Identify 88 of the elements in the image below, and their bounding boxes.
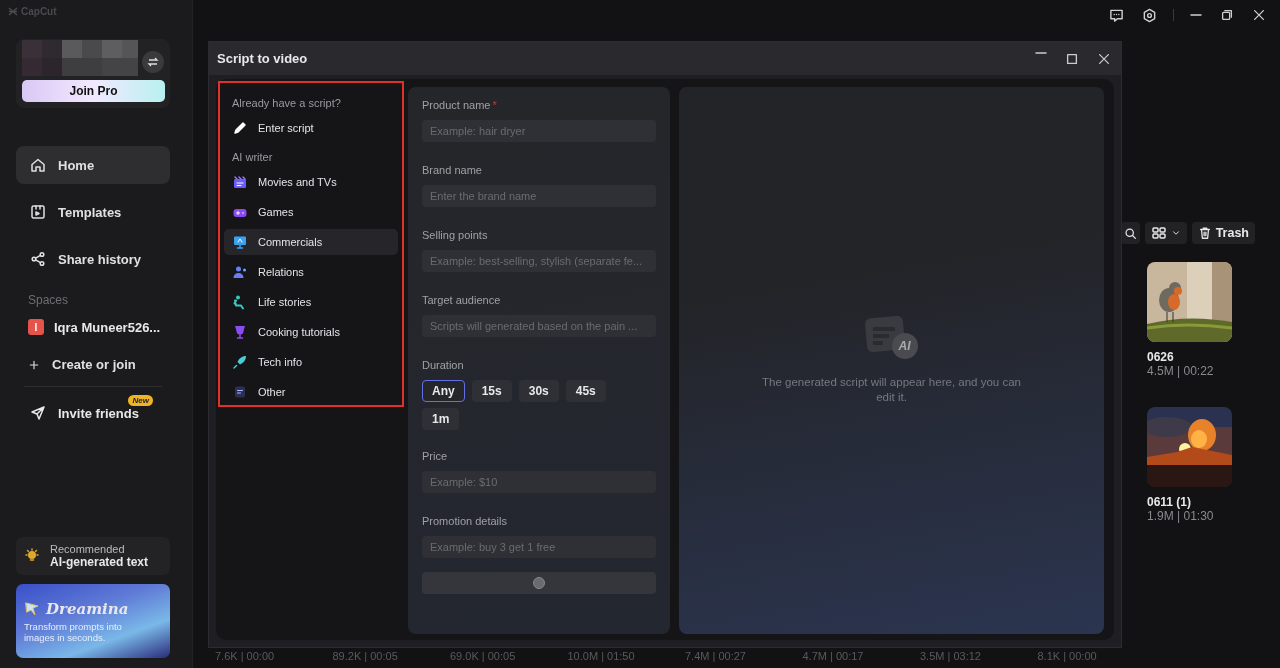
space-avatar: I [28, 319, 44, 335]
media-info: 89.2K | 00:05 [332, 650, 399, 662]
templates-icon [30, 204, 46, 220]
duration-option[interactable]: 45s [565, 380, 606, 402]
empty-message: The generated script will appear here, and you can edit it. [761, 375, 1022, 405]
trash-icon [1197, 226, 1212, 240]
recommendation-caption: Recommended [50, 543, 126, 555]
share-icon [30, 251, 46, 267]
field-label: Duration [422, 359, 464, 371]
menu-heading: Already have a script? [231, 96, 342, 111]
recommendation-card[interactable]: Recommended AI-generated text [16, 537, 170, 575]
nav-item[interactable]: Home [16, 146, 170, 184]
create-or-join-button[interactable]: Create or join [28, 357, 192, 372]
media-info: 8.1K | 00:00 [1037, 650, 1098, 662]
media-info: 10.0M | 01:50 [567, 650, 636, 662]
light-bulb-icon [24, 548, 40, 564]
menu-item[interactable]: Life stories [224, 289, 398, 315]
home-icon [30, 157, 46, 173]
restore-icon [1220, 8, 1234, 22]
media-info: 3.5M | 03:12 [920, 650, 982, 662]
media-info: 4.7M | 00:17 [802, 650, 865, 662]
media-info: 7.4M | 00:27 [685, 650, 747, 662]
cup-icon [232, 324, 248, 340]
nav-item[interactable]: Share history [16, 240, 170, 278]
logo-icon [8, 7, 18, 16]
swap-icon [147, 56, 159, 68]
trash-button[interactable]: Trash [1191, 222, 1255, 244]
rocket-icon [232, 354, 248, 370]
plus-icon [28, 358, 40, 371]
field-label: Price [422, 450, 448, 462]
paper-plane-icon [30, 405, 46, 421]
recommendation-title: AI-generated text [50, 555, 149, 569]
maximize-icon [1065, 51, 1079, 66]
menu-item[interactable]: Enter script [224, 115, 398, 141]
media-info: 4.5M | 00:22 [1147, 364, 1215, 378]
media-info: 1.9M | 01:30 [1147, 509, 1215, 523]
minimize-icon [1035, 51, 1047, 54]
minimize-icon [1190, 14, 1202, 16]
switch-account-button[interactable] [142, 51, 164, 73]
duration-option[interactable]: 1m [422, 408, 460, 430]
input-field[interactable]: Enter the brand name [422, 185, 656, 207]
grid-view-icon [1150, 225, 1167, 241]
menu-heading: AI writer [231, 150, 274, 165]
input-field[interactable]: Example: best-selling, stylish (separate fe... [422, 250, 656, 272]
document-icon [232, 384, 248, 400]
close-icon [1097, 51, 1111, 66]
clapper-icon [232, 174, 248, 190]
new-badge: New [128, 395, 153, 406]
menu-item[interactable]: Relations [224, 259, 398, 285]
field-label: Promotion details [422, 515, 507, 527]
promo-title: Dreamina [46, 600, 129, 618]
section-heading: Spaces [28, 293, 70, 307]
chat-icon [1109, 7, 1124, 23]
media-info: 69.0K | 00:05 [450, 650, 517, 662]
field-label: Product name * [422, 99, 497, 111]
space-name[interactable]: Iqra Muneer526... [54, 319, 161, 335]
promo-text: Transform prompts into images in seconds. [24, 621, 123, 644]
media-info: 7.6K | 00:00 [215, 650, 276, 662]
people-icon [232, 264, 248, 280]
input-field[interactable]: Example: hair dryer [422, 120, 656, 142]
media-title: 0626 [1147, 350, 1175, 364]
join-pro-button[interactable]: Join Pro [22, 80, 165, 102]
view-menu-button[interactable] [1144, 222, 1187, 244]
dialog-title: Script to video [217, 51, 309, 66]
loading-icon [533, 577, 545, 589]
nav-item[interactable]: Templates [16, 193, 170, 231]
close-icon [1252, 8, 1266, 22]
monitor-icon [232, 234, 248, 250]
duration-option[interactable]: 15s [471, 380, 512, 402]
field-label: Target audience [422, 294, 501, 306]
media-title: 0611 (1) [1147, 495, 1193, 509]
duration-option[interactable]: Any [422, 380, 465, 402]
field-label: Brand name [422, 164, 482, 176]
search-icon [1123, 226, 1137, 240]
menu-item[interactable]: Commercials [224, 229, 398, 255]
menu-item[interactable]: Tech info [224, 349, 398, 375]
menu-item[interactable]: Cooking tutorials [224, 319, 398, 345]
menu-item[interactable]: Games [224, 199, 398, 225]
field-label: Selling points [422, 229, 488, 241]
ai-badge: AI [891, 333, 918, 359]
menu-item[interactable]: Movies and TVs [224, 169, 398, 195]
invite-friends-link[interactable]: Invite friends [30, 405, 139, 421]
chevron-down-icon [1170, 228, 1181, 238]
minimize-button[interactable] [1188, 12, 1204, 18]
duration-option[interactable]: 30s [518, 380, 559, 402]
settings-icon [1142, 7, 1157, 23]
pencil-icon [232, 120, 248, 136]
menu-item[interactable]: Other [224, 379, 398, 405]
